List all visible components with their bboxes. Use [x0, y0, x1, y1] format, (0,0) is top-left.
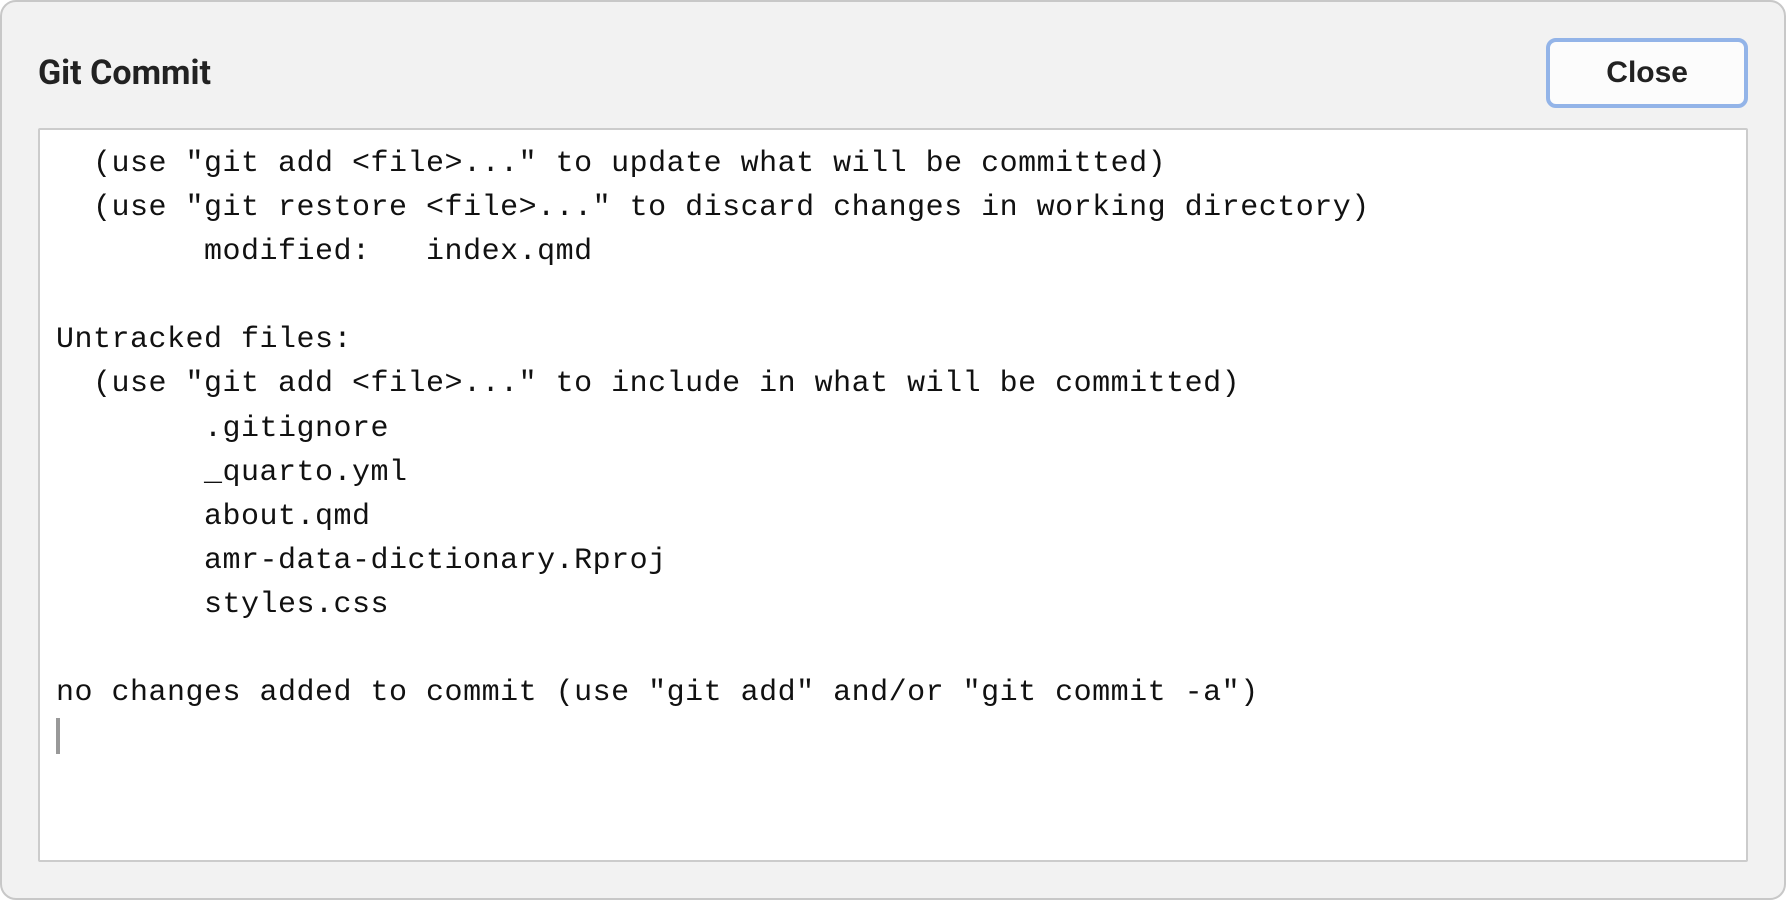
terminal-output-panel[interactable]: (use "git add <file>..." to update what … — [38, 128, 1748, 862]
close-button[interactable]: Close — [1546, 38, 1748, 108]
git-commit-dialog: Git Commit Close (use "git add <file>...… — [0, 0, 1786, 900]
terminal-content: (use "git add <file>..." to update what … — [56, 142, 1730, 759]
terminal-text: (use "git add <file>..." to update what … — [56, 147, 1370, 710]
dialog-header: Git Commit Close — [38, 26, 1748, 108]
dialog-title: Git Commit — [38, 53, 211, 93]
text-cursor — [56, 718, 60, 754]
